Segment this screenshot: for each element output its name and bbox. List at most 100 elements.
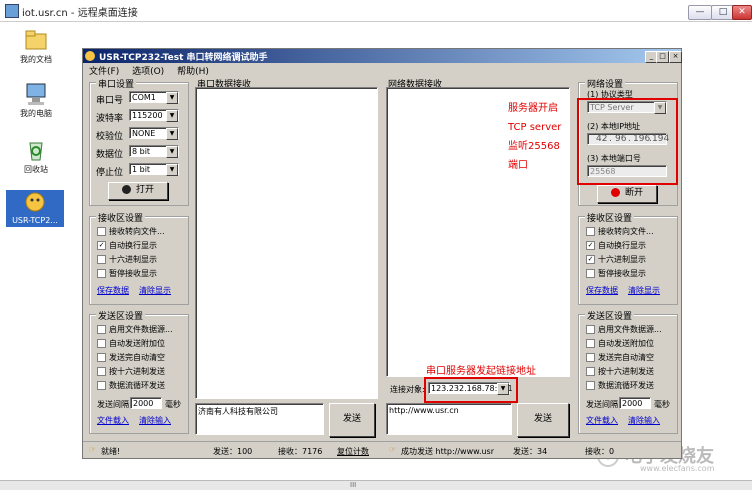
open-port-button[interactable]: 打开: [108, 182, 168, 200]
server-annotation: 服务器开启 TCP server 监听25568 端口: [508, 99, 561, 175]
serial-auto-clear-checkbox[interactable]: 发送完自动清空: [97, 352, 165, 363]
connection-status-led-icon: [610, 188, 620, 197]
status-net-message: 成功发送 http://www.usr: [401, 447, 495, 456]
net-interval-unit: 毫秒: [654, 400, 670, 409]
net-recv-settings-group: 接收区设置 接收转向文件... ✓ 自动换行显示 ✓ 十六进制显示 暂停接收显示 保…: [578, 211, 678, 305]
usr-app-icon: [22, 190, 48, 214]
serial-recv-settings-group: 接收区设置 接收转向文件... ✓ 自动换行显示 十六进制显示 暂停接收显示 保存…: [89, 211, 189, 305]
net-clear-display-link[interactable]: 清除显示: [628, 285, 660, 296]
stopbits-select[interactable]: 1 bit ▼: [129, 163, 179, 176]
app-icon: [85, 51, 95, 61]
serial-clear-input-link[interactable]: 清除输入: [139, 415, 171, 426]
status-serial-recv: 接收：7176: [278, 447, 323, 456]
recycle-bin-icon: [23, 138, 49, 162]
menu-help[interactable]: 帮助(H): [177, 67, 209, 77]
status-serial-sent: 发送：100: [213, 447, 253, 456]
annotation-line: TCP server: [508, 122, 562, 133]
serial-append-bits-checkbox[interactable]: 自动发送附加位: [97, 338, 165, 349]
chevron-down-icon: ▼: [166, 164, 178, 176]
select-value: 1 bit: [132, 165, 151, 174]
baud-select[interactable]: 115200 ▼: [129, 109, 179, 122]
stopbits-label: 停止位: [96, 168, 124, 178]
group-title: 接收区设置: [585, 211, 635, 224]
serial-send-input[interactable]: 济南有人科技有限公司: [195, 403, 324, 435]
chevron-down-icon: ▼: [166, 92, 178, 104]
rdp-minimize-button[interactable]: —: [688, 5, 712, 20]
menu-file[interactable]: 文件(F): [89, 67, 119, 77]
remote-desktop-icon: [5, 4, 19, 18]
rdp-title-bar: iot.usr.cn - 远程桌面连接 — □ ✕: [0, 0, 752, 22]
serial-loop-send-checkbox[interactable]: 数据流循环发送: [97, 380, 165, 391]
net-recv-to-file-checkbox[interactable]: 接收转向文件...: [586, 226, 654, 237]
select-value: COM1: [132, 93, 156, 102]
net-file-source-checkbox[interactable]: 启用文件数据源...: [586, 324, 662, 335]
net-send-button[interactable]: 发送: [517, 403, 569, 437]
net-send-input[interactable]: http://www.usr.cn: [386, 403, 512, 435]
rdp-close-button[interactable]: ✕: [732, 5, 752, 20]
chevron-down-icon: ▼: [166, 110, 178, 122]
net-interval-input[interactable]: 2000: [619, 397, 651, 409]
serial-hex-display-checkbox[interactable]: 十六进制显示: [97, 254, 157, 265]
serial-file-load-link[interactable]: 文件载入: [97, 415, 129, 426]
net-hex-send-checkbox[interactable]: 按十六进制发送: [586, 366, 654, 377]
desktop-icon-label: 我的电脑: [20, 109, 52, 118]
serial-save-data-link[interactable]: 保存数据: [97, 285, 129, 296]
status-bar: ☞ 就绪! 发送：100 接收：7176 复位计数 ☞ 成功发送 http://…: [83, 441, 681, 458]
net-settings-highlight-box: [577, 98, 678, 185]
menu-options[interactable]: 选项(O): [132, 67, 164, 77]
annotation-line: 服务器开启: [508, 103, 558, 114]
maximize-button[interactable]: □: [656, 51, 669, 63]
menu-bar: 文件(F) 选项(O) 帮助(H): [83, 64, 681, 77]
horizontal-scrollbar[interactable]: III: [0, 480, 752, 490]
databits-select[interactable]: 8 bit ▼: [129, 145, 179, 158]
serial-send-settings-group: 发送区设置 启用文件数据源... 自动发送附加位 发送完自动清空 按十六进制发送…: [89, 309, 189, 434]
connect-highlight-box: [424, 377, 518, 403]
net-interval-label: 发送间隔: [586, 400, 618, 409]
net-auto-clear-checkbox[interactable]: 发送完自动清空: [586, 352, 654, 363]
net-clear-input-link[interactable]: 清除输入: [628, 415, 660, 426]
net-file-load-link[interactable]: 文件载入: [586, 415, 618, 426]
net-hex-display-checkbox[interactable]: ✓ 十六进制显示: [586, 254, 646, 265]
desktop-icon-usr-tcp[interactable]: USR-TCP2...: [6, 190, 64, 227]
parity-select[interactable]: NONE ▼: [129, 127, 179, 140]
status-net-icon: ☞: [389, 445, 397, 454]
net-loop-send-checkbox[interactable]: 数据流循环发送: [586, 380, 654, 391]
status-net-recv: 接收：0: [585, 447, 615, 456]
desktop-icon-recycle-bin[interactable]: 回收站: [10, 138, 62, 175]
desktop-icon-my-computer[interactable]: 我的电脑: [10, 82, 62, 119]
port-select[interactable]: COM1 ▼: [129, 91, 179, 104]
desktop-icon-label: 回收站: [24, 165, 48, 174]
scroll-grip[interactable]: III: [350, 481, 356, 489]
watermark-url: www.elecfans.com: [640, 464, 715, 473]
serial-recv-to-file-checkbox[interactable]: 接收转向文件...: [97, 226, 165, 237]
group-title: 发送区设置: [96, 309, 146, 322]
port-label: 串口号: [96, 96, 124, 106]
rdp-title: iot.usr.cn - 远程桌面连接: [22, 8, 138, 19]
connect-target-label: 连接对象:: [390, 385, 425, 394]
serial-pause-display-checkbox[interactable]: 暂停接收显示: [97, 268, 157, 279]
net-append-bits-checkbox[interactable]: 自动发送附加位: [586, 338, 654, 349]
serial-clear-display-link[interactable]: 清除显示: [139, 285, 171, 296]
net-auto-wrap-checkbox[interactable]: ✓ 自动换行显示: [586, 240, 646, 251]
chevron-down-icon: ▼: [166, 128, 178, 140]
serial-send-button[interactable]: 发送: [329, 403, 375, 437]
annotation-line: 监听25568: [508, 141, 560, 152]
net-save-data-link[interactable]: 保存数据: [586, 285, 618, 296]
disconnect-button[interactable]: 断开: [597, 185, 657, 203]
serial-hex-send-checkbox[interactable]: 按十六进制发送: [97, 366, 165, 377]
serial-data-receive-area[interactable]: [195, 87, 378, 399]
reset-count-button[interactable]: 复位计数: [337, 446, 369, 457]
chevron-down-icon: ▼: [166, 146, 178, 158]
net-pause-display-checkbox[interactable]: 暂停接收显示: [586, 268, 646, 279]
button-label: 断开: [624, 188, 643, 198]
serial-interval-input[interactable]: 2000: [130, 397, 162, 409]
serial-auto-wrap-checkbox[interactable]: ✓ 自动换行显示: [97, 240, 157, 251]
select-value: NONE: [132, 129, 156, 138]
port-status-led-icon: [121, 185, 131, 194]
client-annotation: 串口服务器发起链接地址: [426, 366, 536, 377]
status-ready: 就绪!: [101, 447, 121, 456]
desktop-icon-my-documents[interactable]: 我的文档: [10, 28, 62, 65]
usr-tcp-window: USR-TCP232-Test 串口转网络调试助手 _ □ × 文件(F) 选项…: [82, 48, 682, 459]
close-button[interactable]: ×: [669, 51, 682, 63]
serial-file-source-checkbox[interactable]: 启用文件数据源...: [97, 324, 173, 335]
